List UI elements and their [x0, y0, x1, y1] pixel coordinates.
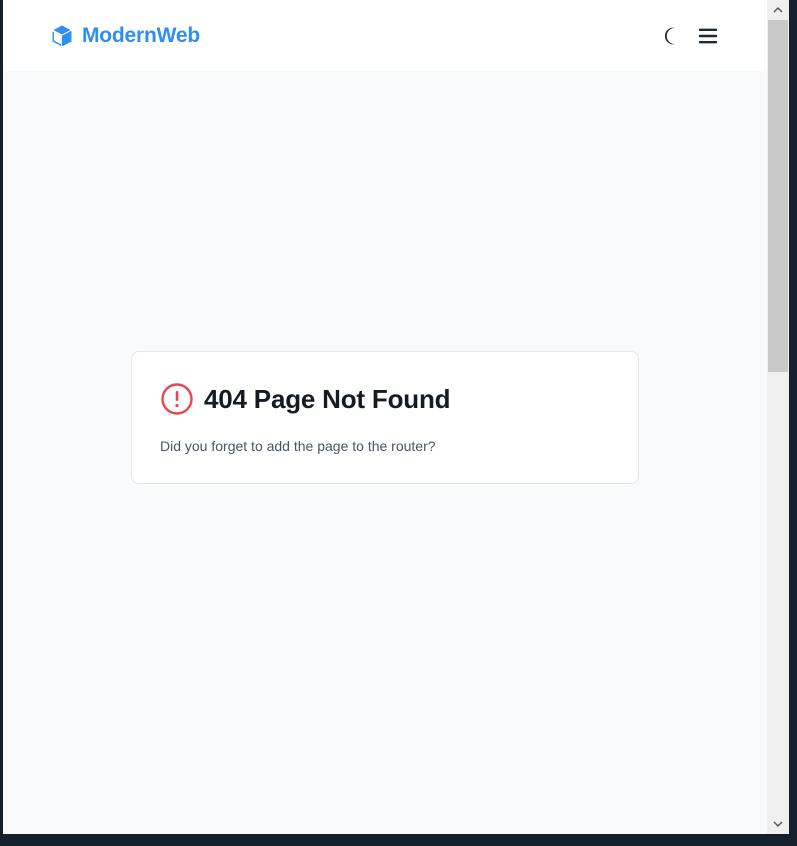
chevron-down-icon: [773, 821, 783, 827]
top-navbar: ModernWeb: [3, 0, 767, 71]
scroll-down-button[interactable]: [767, 814, 789, 834]
app-window: ModernWeb 404 Page Not Found Did you for…: [3, 0, 767, 834]
cube-icon: [50, 24, 74, 48]
scroll-up-button[interactable]: [767, 0, 789, 20]
page-title: 404 Page Not Found: [204, 383, 451, 414]
vertical-scrollbar[interactable]: [767, 0, 789, 834]
theme-toggle-button[interactable]: [660, 24, 684, 48]
not-found-card: 404 Page Not Found Did you forget to add…: [131, 351, 639, 484]
error-message: Did you forget to add the page to the ro…: [160, 438, 436, 454]
scrollbar-thumb[interactable]: [768, 20, 788, 372]
alert-circle-icon: [160, 382, 194, 416]
card-header: 404 Page Not Found: [160, 382, 610, 416]
header-actions: [660, 24, 720, 48]
brand-logo-link[interactable]: ModernWeb: [50, 24, 200, 48]
window-frame-right: [789, 0, 797, 846]
hamburger-menu-icon: [698, 28, 718, 43]
chevron-up-icon: [773, 7, 783, 13]
window-frame-bottom: [0, 834, 797, 846]
moon-icon: [664, 27, 675, 44]
menu-button[interactable]: [696, 24, 720, 48]
brand-name: ModernWeb: [82, 23, 200, 47]
